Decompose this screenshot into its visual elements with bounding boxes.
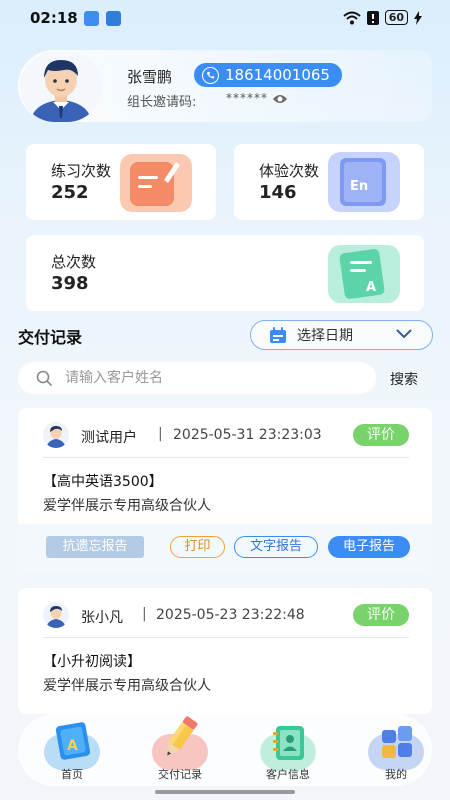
user-name: 张雪鹏 [127, 68, 173, 86]
tiles-icon [382, 726, 412, 758]
address-book-icon [273, 726, 304, 760]
notification-app-icon [84, 11, 99, 26]
pencil-icon [167, 716, 198, 756]
date-select-label: 选择日期 [297, 328, 353, 344]
svg-text:A: A [366, 280, 376, 295]
nav-label: 首页 [61, 768, 83, 781]
rate-button[interactable]: 评价 [353, 604, 409, 626]
alert-icon [366, 10, 379, 25]
date-select[interactable]: 选择日期 [250, 320, 433, 350]
rate-button[interactable]: 评价 [353, 424, 409, 446]
invite-code-label: 组长邀请码: [127, 95, 197, 110]
record-datetime: 2025-05-31 23:23:03 [173, 427, 322, 443]
wifi-icon [343, 11, 361, 24]
chevron-down-icon [396, 329, 412, 339]
search-icon [36, 370, 53, 386]
svg-text:En: En [350, 179, 368, 194]
record-actions: 抗遗忘报告 打印 文字报告 电子报告 [18, 524, 432, 572]
record-description: 爱学伴展示专用高级合伙人 [43, 678, 211, 694]
print-button[interactable]: 打印 [170, 536, 225, 558]
record-course: 【高中英语3500】 [43, 474, 163, 490]
phone-number-pill[interactable]: 18614001065 [194, 63, 342, 87]
divider [43, 637, 409, 638]
phone-number: 18614001065 [225, 66, 330, 84]
total-count-card[interactable]: 总次数 398 A [26, 235, 424, 311]
trial-count-card[interactable]: 体验次数 146 En [234, 144, 424, 220]
nav-item-mine[interactable]: 我的 [346, 714, 446, 786]
stat-value: 252 [51, 182, 89, 203]
calendar-icon [270, 326, 286, 343]
nav-item-home[interactable]: A 首页 [22, 714, 122, 786]
record-separator: | [158, 426, 163, 442]
phone-icon [202, 66, 219, 84]
search-box [18, 362, 376, 394]
section-title: 交付记录 [18, 328, 83, 347]
text-report-button[interactable]: 文字报告 [234, 536, 318, 558]
status-time: 02:18 [30, 9, 78, 27]
note-pencil-icon [120, 154, 192, 212]
record-avatar [43, 422, 69, 448]
nav-label: 客户信息 [266, 768, 310, 781]
practice-count-card[interactable]: 练习次数 252 [26, 144, 216, 220]
record-customer-name: 张小凡 [81, 610, 123, 626]
user-avatar [20, 52, 102, 122]
invite-code-value: ****** [226, 91, 268, 105]
nav-item-delivery-records[interactable]: 交付记录 [130, 714, 230, 786]
stat-label: 体验次数 [259, 162, 320, 180]
stat-label: 练习次数 [51, 162, 112, 180]
electronic-report-button[interactable]: 电子报告 [328, 536, 410, 558]
battery-indicator: 60 [384, 10, 408, 25]
charging-icon [414, 10, 422, 25]
record-course: 【小升初阅读】 [43, 654, 141, 670]
record-avatar [43, 602, 69, 628]
eye-icon[interactable] [272, 93, 288, 105]
stat-label: 总次数 [51, 253, 97, 271]
search-button[interactable]: 搜索 [390, 369, 418, 389]
forgetting-report-button[interactable]: 抗遗忘报告 [46, 536, 144, 558]
search-input[interactable] [65, 370, 345, 386]
book-a-icon: A [55, 722, 91, 760]
english-book-icon: En [328, 152, 400, 212]
record-customer-name: 测试用户 [81, 430, 137, 446]
record-separator: | [142, 606, 147, 622]
stat-value: 398 [51, 273, 89, 294]
divider [43, 457, 409, 458]
record-datetime: 2025-05-23 23:22:48 [156, 607, 305, 623]
notification-app-icon [106, 11, 121, 26]
record-card[interactable]: 张小凡 | 2025-05-23 23:22:48 评价 【小升初阅读】 爱学伴… [18, 588, 432, 714]
status-bar: 02:18 60 [0, 0, 450, 36]
nav-label: 交付记录 [158, 768, 202, 781]
status-indicators: 60 [343, 10, 422, 25]
record-description: 爱学伴展示专用高级合伙人 [43, 498, 211, 514]
svg-text:A: A [67, 738, 78, 754]
record-card[interactable]: 测试用户 | 2025-05-31 23:23:03 评价 【高中英语3500】… [18, 408, 432, 572]
bottom-nav: A 首页 交付记录 客户信息 我的 [18, 714, 432, 786]
document-a-icon: A [328, 245, 400, 303]
home-indicator[interactable] [155, 790, 295, 794]
nav-label: 我的 [385, 768, 407, 781]
stat-value: 146 [259, 182, 297, 203]
nav-item-customer-info[interactable]: 客户信息 [238, 714, 338, 786]
